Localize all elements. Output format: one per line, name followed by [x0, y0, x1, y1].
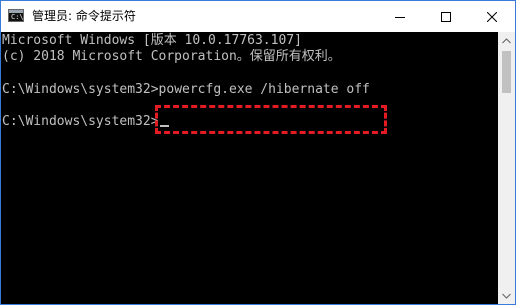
chevron-down-icon: [502, 293, 511, 299]
console-line-copyright: (c) 2018 Microsoft Corporation。保留所有权利。: [2, 49, 341, 64]
window-title: 管理员: 命令提示符: [32, 9, 136, 23]
close-icon: [487, 11, 497, 22]
console-command: powercfg.exe /hibernate off: [158, 82, 370, 97]
command-highlight-box: [155, 105, 387, 134]
cmd-icon-label: C:\: [11, 13, 24, 21]
minimize-icon: [395, 16, 405, 18]
chevron-up-icon: [502, 37, 511, 43]
console-current-line[interactable]: C:\Windows\system32>: [2, 114, 169, 130]
maximize-button[interactable]: [423, 1, 469, 32]
scroll-up-button[interactable]: [498, 32, 515, 49]
console-line-version: Microsoft Windows [版本 10.0.17763.107]: [2, 33, 302, 48]
title-bar[interactable]: C:\ 管理员: 命令提示符: [1, 1, 515, 32]
console-output[interactable]: Microsoft Windows [版本 10.0.17763.107] (c…: [1, 32, 498, 304]
console-prompt: C:\Windows\system32>: [2, 82, 159, 97]
scroll-down-button[interactable]: [498, 287, 515, 304]
minimize-button[interactable]: [377, 1, 423, 32]
vertical-scrollbar[interactable]: [498, 32, 515, 304]
scrollbar-thumb[interactable]: [502, 51, 511, 93]
cmd-app-icon[interactable]: C:\: [8, 9, 24, 22]
console-prompt: C:\Windows\system32>: [2, 114, 159, 129]
command-prompt-window: C:\ 管理员: 命令提示符 Microsoft Windows [版本 10.…: [0, 0, 516, 305]
close-button[interactable]: [469, 1, 515, 32]
maximize-icon: [441, 11, 451, 22]
console-command-line: C:\Windows\system32>powercfg.exe /hibern…: [2, 82, 370, 98]
